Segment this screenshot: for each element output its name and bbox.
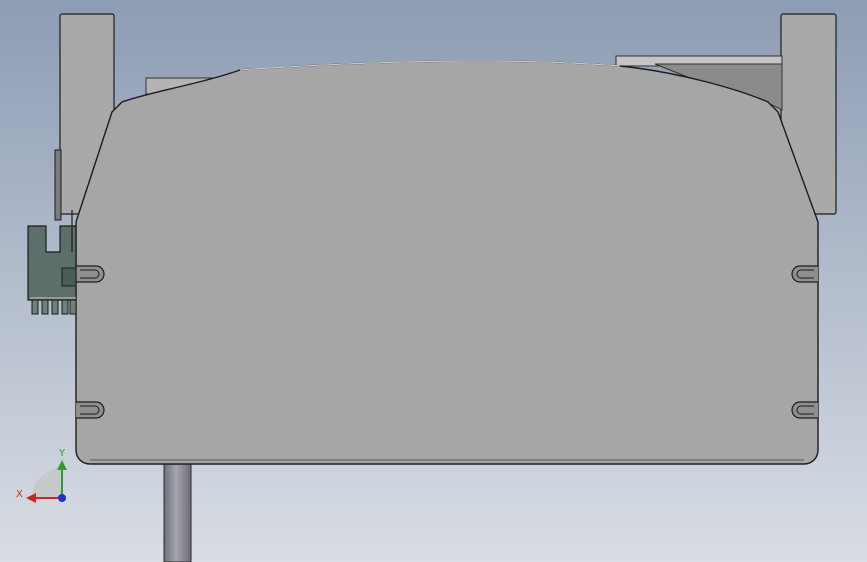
cad-graphics-viewport[interactable]: X Y [0,0,867,562]
model-view[interactable]: X Y [0,0,867,562]
mounting-slot-left-lower [76,401,105,419]
mounting-slot-right-lower [791,401,818,419]
triad-x-label: X [16,489,23,500]
mounting-slot-right-upper [791,265,818,283]
shaft-rod[interactable] [163,461,192,562]
main-cover-body[interactable] [75,60,819,465]
triad-y-label: Y [58,448,66,459]
mounting-slot-left-upper [76,265,105,283]
